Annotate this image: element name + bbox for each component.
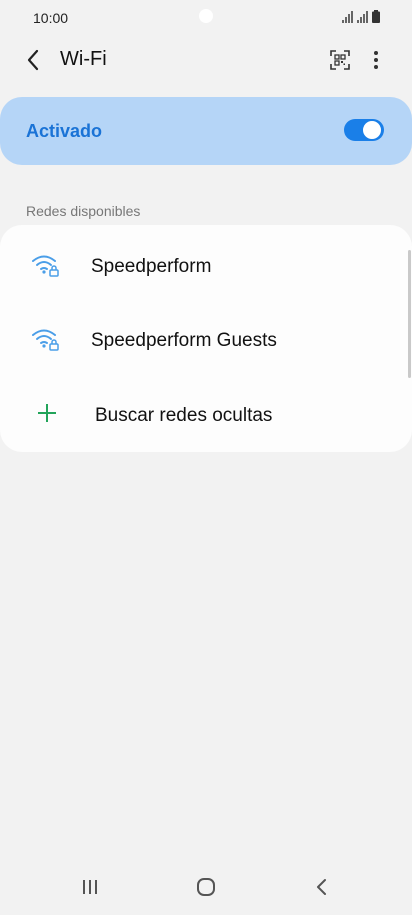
signal-icon	[342, 11, 353, 23]
back-button[interactable]	[18, 46, 48, 74]
add-hidden-network-button[interactable]: Buscar redes ocultas	[0, 377, 412, 451]
recents-button[interactable]	[78, 875, 102, 899]
add-icon	[38, 404, 56, 422]
wifi-lock-icon	[32, 329, 59, 351]
nav-back-button[interactable]	[310, 875, 334, 899]
qr-code-button[interactable]	[328, 48, 352, 72]
status-time: 10:00	[33, 10, 69, 26]
navigation-bar	[0, 859, 412, 915]
more-options-button[interactable]	[364, 48, 388, 72]
back-icon	[27, 49, 39, 71]
networks-list: Speedperform Speedperform Guests Buscar …	[0, 225, 412, 452]
network-item[interactable]: Speedperform	[0, 228, 412, 302]
page-title: Wi-Fi	[60, 48, 107, 70]
status-icons	[342, 10, 380, 23]
front-camera	[199, 9, 213, 23]
add-hidden-network-label: Buscar redes ocultas	[95, 405, 273, 426]
back-icon	[317, 879, 326, 895]
wifi-toggle-card[interactable]: Activado	[0, 97, 412, 165]
home-icon	[197, 878, 215, 896]
section-header-available-networks: Redes disponibles	[26, 203, 141, 219]
battery-icon	[372, 10, 380, 23]
wifi-toggle-label: Activado	[26, 121, 103, 141]
network-item[interactable]: Speedperform Guests	[0, 302, 412, 376]
scroll-indicator[interactable]	[408, 250, 411, 378]
home-button[interactable]	[194, 875, 218, 899]
network-name: Speedperform Guests	[91, 330, 277, 351]
qr-code-icon	[330, 50, 350, 70]
more-vert-icon	[374, 51, 378, 69]
switch-knob	[362, 120, 382, 140]
wifi-switch[interactable]	[344, 119, 384, 141]
signal-icon	[357, 11, 368, 23]
wifi-lock-icon	[32, 255, 59, 277]
network-name: Speedperform	[91, 256, 212, 277]
recents-icon	[83, 880, 97, 894]
status-bar: 10:00	[0, 0, 412, 36]
app-bar: Wi-Fi	[0, 36, 412, 84]
